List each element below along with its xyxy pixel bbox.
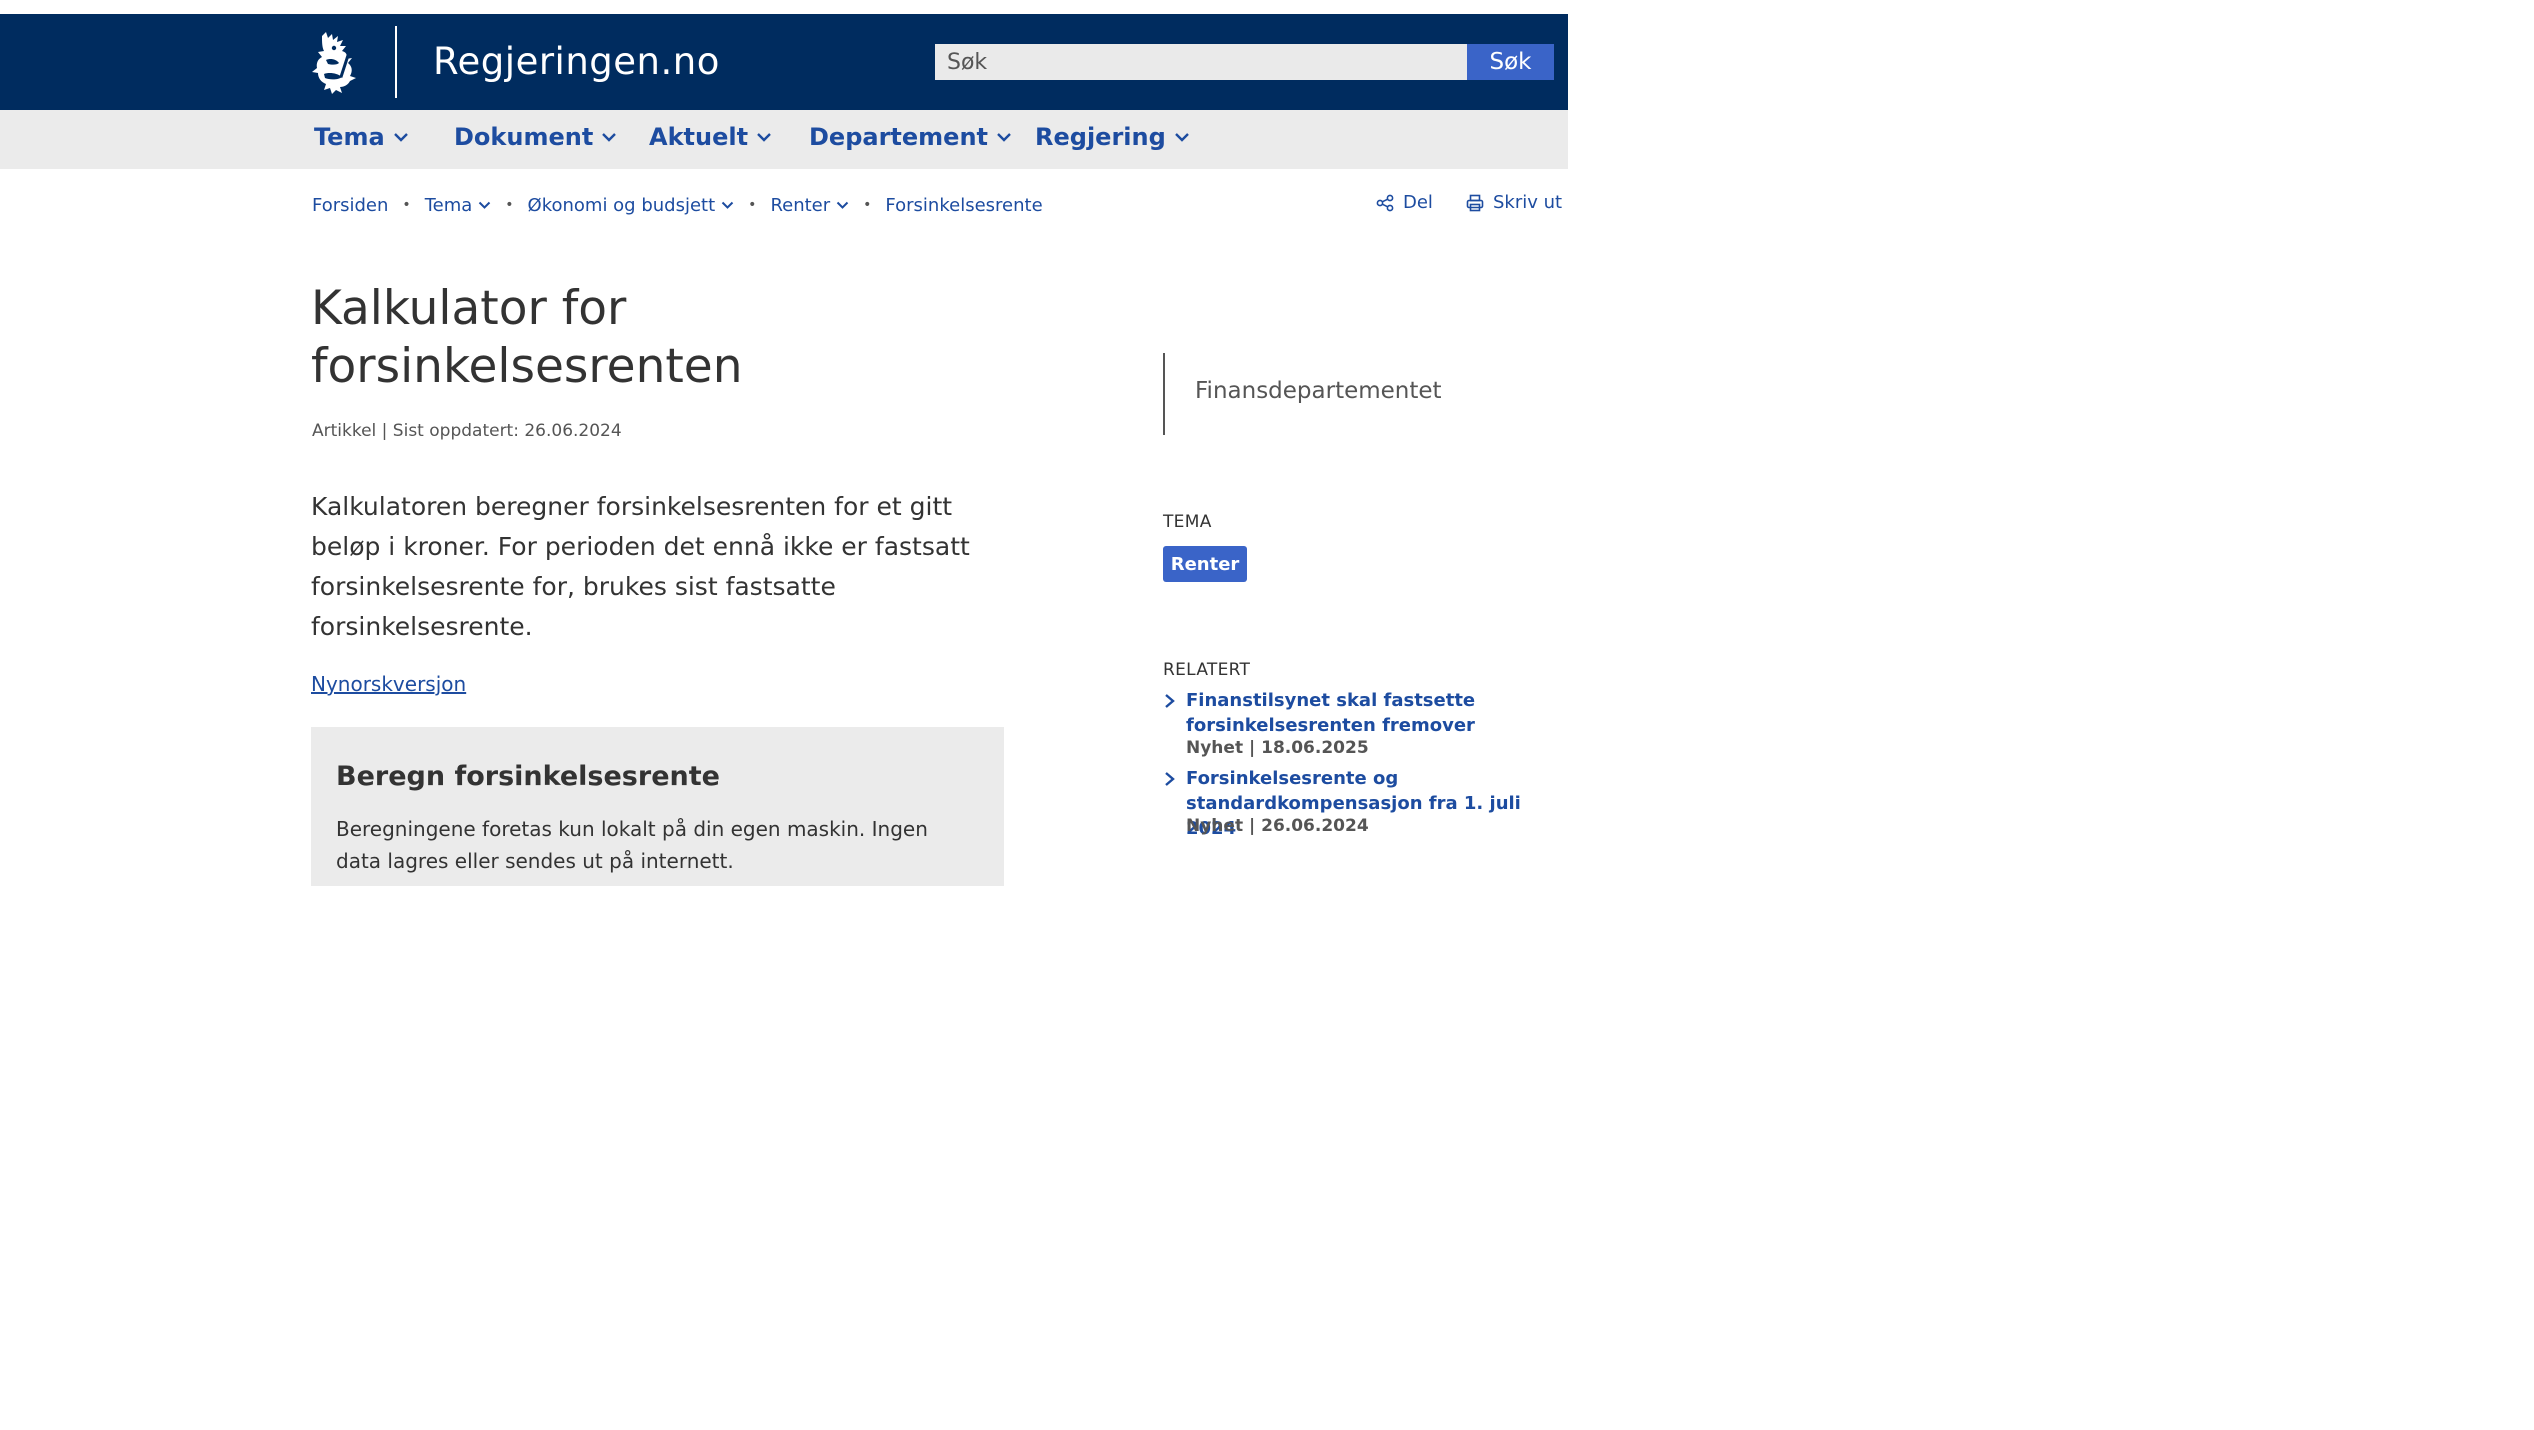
nav-item-tema[interactable]: Tema [314,123,409,151]
department-box: Finansdepartementet [1163,353,1442,435]
chevron-down-icon [479,201,491,209]
search-input[interactable] [935,44,1467,80]
nav-item-label: Tema [314,123,385,151]
related-item-meta: Nyhet | 18.06.2025 [1186,738,1369,758]
breadcrumb-label: Tema [424,194,473,216]
breadcrumb-item-okonomi-og-budsjett[interactable]: Økonomi og budsjett [528,195,735,216]
article-ingress: Kalkulatoren beregner forsinkelsesrenten… [311,492,970,641]
share-label: Del [1403,192,1433,213]
tema-tag-renter[interactable]: Renter [1163,546,1247,582]
printer-icon [1466,194,1484,211]
breadcrumb-label: Forsinkelsesrente [885,194,1043,216]
coat-of-arms-lion-logo[interactable] [310,32,362,94]
chevron-down-icon [757,133,771,142]
department-name[interactable]: Finansdepartementet [1195,378,1442,404]
breadcrumb-label: Forsiden [312,194,389,216]
chevron-down-icon [836,201,849,209]
chevron-down-icon [997,133,1011,142]
print-label: Skriv ut [1493,192,1563,213]
share-button[interactable]: Del [1376,192,1433,213]
chevron-down-icon [721,201,734,209]
nav-item-label: Aktuelt [649,123,749,151]
chevron-right-icon [1165,772,1175,786]
nav-item-aktuelt[interactable]: Aktuelt [649,123,772,151]
chevron-right-icon [1165,694,1175,708]
chevron-down-icon [1174,133,1189,142]
breadcrumb-separator: • [402,197,411,213]
top-strip [0,0,1568,14]
page-title: Kalkulator for forsinkelsesrenten [311,281,743,394]
nav-item-label: Regjering [1035,123,1166,151]
calculator-description: Beregningene foretas kun lokalt på din e… [336,817,928,873]
nav-item-dokument[interactable]: Dokument [454,123,617,151]
breadcrumb-item-forsiden[interactable]: Forsiden [312,195,388,216]
site-name[interactable]: Regjeringen.no [433,40,720,83]
nav-item-label: Dokument [454,123,594,151]
calculator-panel: Beregn forsinkelsesrente Beregningene fo… [311,727,1004,886]
breadcrumb-item-forsinkelsesrente[interactable]: Forsinkelsesrente [885,195,1042,216]
nynorsk-version-link[interactable]: Nynorskversjon [311,672,466,696]
breadcrumb-label: Renter [770,194,831,216]
breadcrumb-label: Økonomi og budsjett [527,194,716,216]
chevron-down-icon [393,133,408,142]
nav-item-label: Departement [809,123,989,151]
site-header: Regjeringen.no Søk [0,14,1568,110]
breadcrumb: Forsiden • Tema • Økonomi og budsjett • … [312,192,1043,218]
article-meta: Artikkel | Sist oppdatert: 26.06.2024 [312,421,622,441]
chevron-down-icon [602,133,617,142]
breadcrumb-item-tema[interactable]: Tema [425,195,492,216]
main-navigation: Tema Dokument Aktuelt Departement Regjer… [0,110,1568,169]
tema-heading: TEMA [1163,512,1212,532]
print-button[interactable]: Skriv ut [1466,192,1562,213]
breadcrumb-separator: • [505,197,514,213]
breadcrumb-separator: • [748,197,757,213]
breadcrumb-separator: • [863,197,872,213]
share-icon [1376,194,1394,211]
calculator-title: Beregn forsinkelsesrente [336,761,720,792]
nav-item-regjering[interactable]: Regjering [1035,123,1190,151]
related-heading: RELATERT [1163,660,1251,680]
logo-divider [395,26,397,98]
search-button[interactable]: Søk [1467,44,1554,80]
related-item-meta: Nyhet | 26.06.2024 [1186,816,1369,836]
related-item-link[interactable]: Finanstilsynet skal fastsette forsinkels… [1186,688,1556,738]
nav-item-departement[interactable]: Departement [809,123,1012,151]
breadcrumb-item-renter[interactable]: Renter [770,195,849,216]
